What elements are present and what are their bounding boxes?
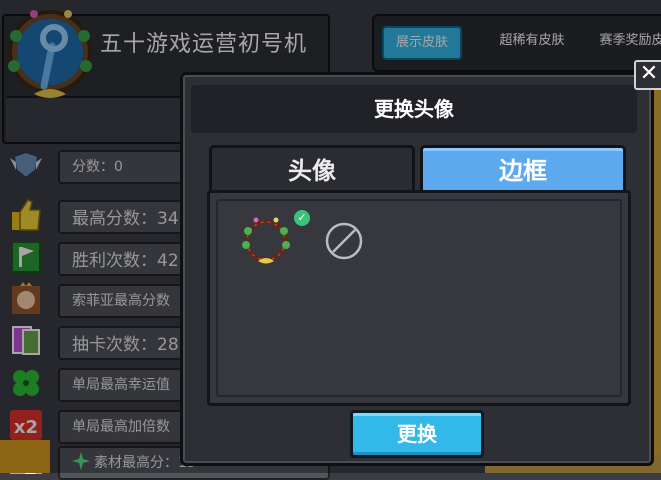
no-frame-icon[interactable] [324, 221, 364, 261]
frame-grid: ✓ [216, 199, 622, 397]
dialog-title-bar: 更换头像 [191, 85, 637, 133]
wreath-frame-item[interactable] [240, 215, 292, 267]
change-button[interactable]: 更换 [350, 410, 484, 458]
frame-grid-panel: ✓ [207, 190, 631, 406]
tab-avatar[interactable]: 头像 [209, 145, 415, 194]
dialog-title: 更换头像 [374, 97, 454, 121]
close-icon[interactable]: ✕ [634, 60, 661, 90]
selected-check-icon: ✓ [294, 210, 310, 226]
tab-frame[interactable]: 边框 [420, 145, 626, 194]
change-avatar-dialog: 更换头像 头像 边框 ✓ 更换 [180, 72, 654, 466]
